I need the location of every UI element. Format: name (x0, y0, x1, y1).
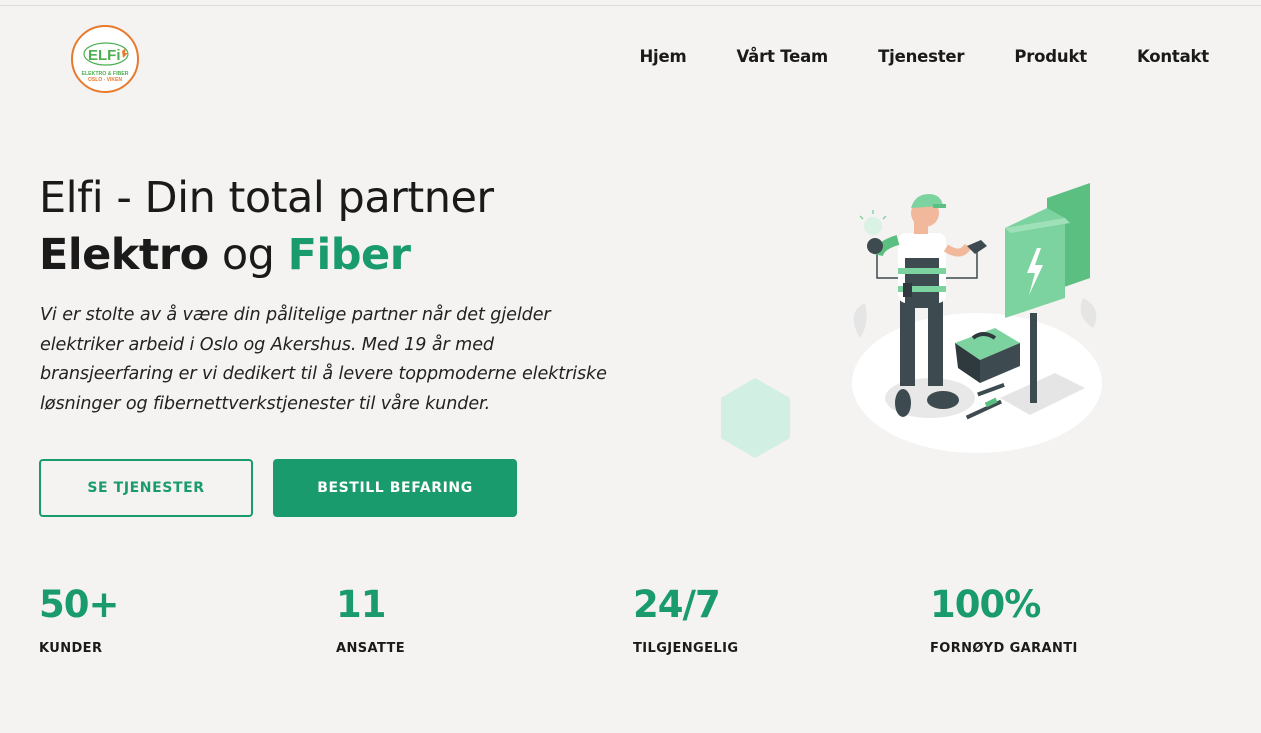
stat-label: FORNØYD GARANTI (930, 641, 1078, 656)
nav-item-vart-team[interactable]: Vårt Team (737, 47, 829, 66)
stat-employees: 11 ANSATTE (336, 583, 406, 657)
hero-title-fiber: Fiber (287, 230, 411, 280)
stat-value: 100% (930, 583, 1041, 626)
nav-item-produkt[interactable]: Produkt (1014, 47, 1087, 66)
stat-guarantee: 100% FORNØYD GARANTI (930, 583, 1078, 657)
hero-title-line2: Elektro og Fiber (39, 227, 494, 284)
logo-name: ELFi (88, 47, 121, 64)
electrician-illustration-icon (721, 183, 1102, 458)
nav-item-kontakt[interactable]: Kontakt (1137, 47, 1209, 66)
logo-icon: ELFi ELEKTRO & FIBER OSLO - VIKEN (71, 25, 139, 93)
hero-title-elektro: Elektro (39, 230, 209, 280)
logo-line2: OSLO - VIKEN (88, 77, 122, 83)
book-inspection-button[interactable]: BESTILL BEFARING (273, 459, 517, 517)
stat-label: ANSATTE (336, 641, 406, 656)
stat-customers: 50+ KUNDER (39, 583, 119, 657)
hero-title-og: og (208, 230, 288, 280)
nav-item-tjenester[interactable]: Tjenester (878, 47, 964, 66)
hero-description: Vi er stolte av å være din pålitelige pa… (40, 305, 607, 414)
see-services-button[interactable]: SE TJENESTER (39, 459, 253, 517)
hero-title-line1: Elfi - Din total partner (39, 173, 494, 223)
stat-value: 24/7 (633, 583, 721, 626)
stat-availability: 24/7 TILGJENGELIG (633, 583, 739, 657)
main-nav: Hjem Vårt Team Tjenester Produkt Kontakt (639, 47, 1209, 66)
site-logo[interactable]: ELFi ELEKTRO & FIBER OSLO - VIKEN (70, 24, 140, 94)
nav-item-hjem[interactable]: Hjem (639, 47, 686, 66)
stat-label: KUNDER (39, 641, 103, 656)
stat-value: 50+ (39, 583, 119, 626)
electrician-illustration (715, 178, 1115, 468)
stat-label: TILGJENGELIG (633, 641, 739, 656)
stat-value: 11 (336, 583, 387, 626)
top-divider (0, 5, 1261, 6)
hero-title: Elfi - Din total partner Elektro og Fibe… (39, 170, 494, 284)
